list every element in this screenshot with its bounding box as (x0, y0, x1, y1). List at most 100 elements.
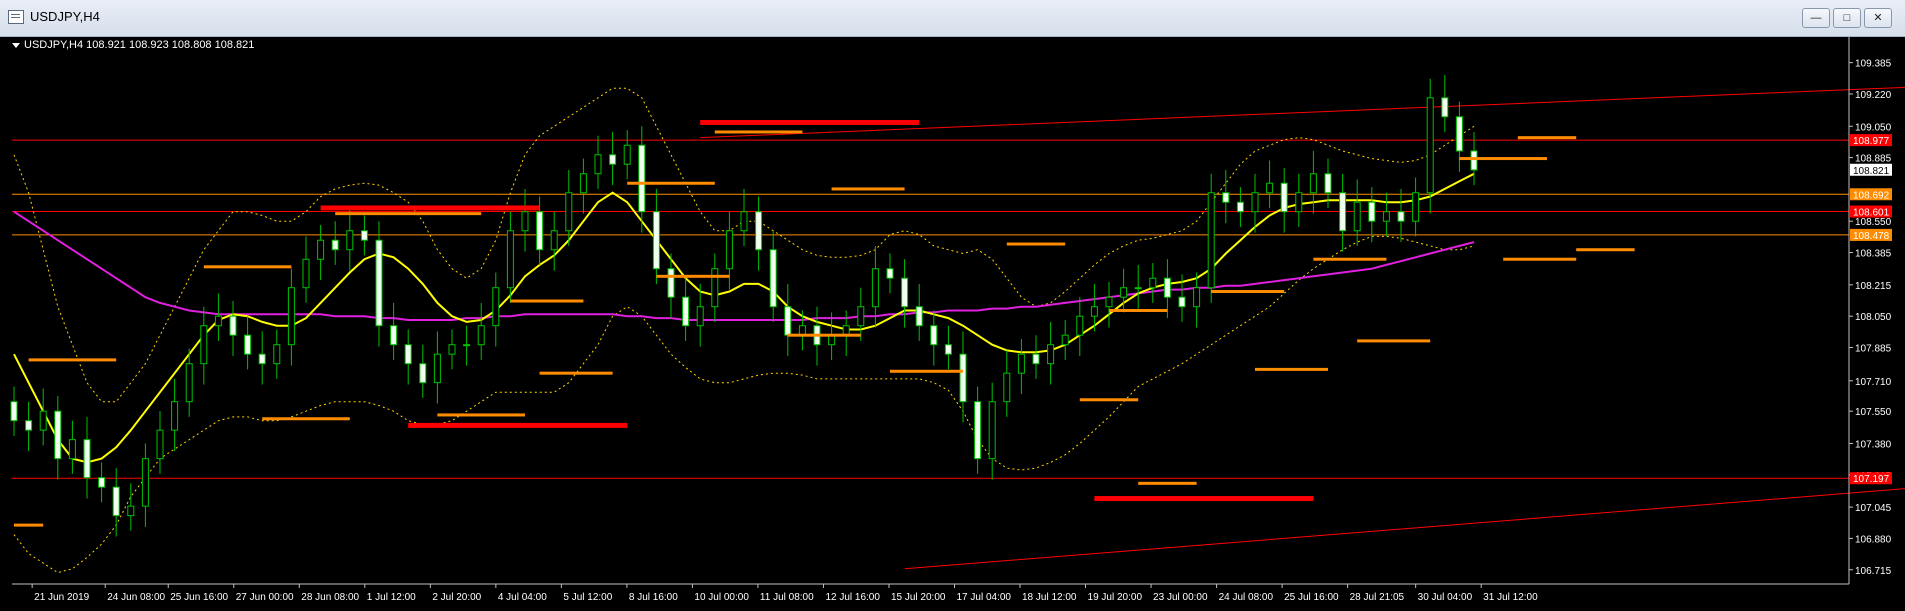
candle-body (1207, 192, 1215, 289)
candle-body (390, 325, 398, 346)
candle-body (1061, 334, 1069, 346)
level-marker-bar (1109, 309, 1168, 312)
candle-body (1470, 150, 1478, 171)
candle-body (1178, 296, 1186, 308)
level-marker-bar (1459, 157, 1547, 161)
candle-body (1120, 287, 1128, 298)
level-marker-bar (714, 130, 803, 134)
candle-body (915, 306, 923, 327)
level-marker-bar (627, 181, 715, 185)
window-title: USDJPY,H4 (30, 9, 100, 24)
candle-body (1266, 182, 1274, 194)
candle-body (1309, 173, 1317, 194)
candle-body (375, 239, 383, 327)
candle-body (419, 363, 427, 384)
candle-body (886, 268, 894, 279)
price-tag-label: 108.478 (1853, 231, 1890, 242)
level-marker-bar (28, 358, 117, 362)
price-tag-label: 108.692 (1853, 190, 1890, 201)
candle-body (609, 154, 617, 165)
level-marker-bar (539, 371, 613, 375)
candle-body (404, 344, 412, 365)
price-tick-label: 109.220 (1855, 90, 1892, 101)
candle-body (711, 268, 719, 308)
candle-body (1251, 192, 1259, 213)
price-tick-label: 107.380 (1855, 439, 1892, 450)
candle-body (1353, 201, 1361, 232)
level-marker-bar (1517, 136, 1577, 140)
time-tick-label: 27 Jun 00:00 (236, 592, 294, 603)
price-tick-label: 106.880 (1855, 534, 1892, 545)
candle-body (244, 334, 252, 355)
candle-body (448, 344, 456, 355)
candle-body (536, 211, 544, 251)
candle-body (463, 344, 471, 347)
candle-body (1017, 353, 1025, 374)
candle-body (1193, 287, 1201, 308)
candle-body (1222, 192, 1230, 203)
level-marker-bar (1357, 339, 1431, 343)
time-tick-label: 4 Jul 04:00 (498, 592, 547, 603)
time-tick-label: 24 Jul 08:00 (1219, 592, 1274, 603)
candle-body (273, 344, 281, 365)
candle-body (871, 268, 879, 308)
candle-body (521, 211, 529, 232)
level-marker-bar (656, 274, 730, 278)
candle-body (54, 410, 62, 460)
time-tick-label: 30 Jul 04:00 (1418, 592, 1473, 603)
candle-body (755, 211, 763, 251)
candle-body (1324, 173, 1332, 194)
candle-body (360, 230, 368, 241)
minimize-button[interactable]: — (1802, 8, 1830, 28)
candle-body (725, 230, 733, 270)
candle-body (1090, 306, 1098, 317)
level-marker-bar (408, 422, 628, 428)
candle-body (98, 477, 106, 488)
candle-body (10, 401, 18, 422)
time-tick-label: 15 Jul 20:00 (891, 592, 946, 603)
time-tick-label: 19 Jul 20:00 (1088, 592, 1143, 603)
candle-body (667, 268, 675, 298)
close-button[interactable]: ✕ (1864, 8, 1892, 28)
level-marker-bar (437, 413, 525, 417)
level-marker-bar (1079, 398, 1139, 402)
candle-body (156, 429, 164, 460)
candle-body (1047, 344, 1055, 365)
price-tick-label: 108.215 (1855, 281, 1892, 292)
time-tick-label: 28 Jul 21:05 (1350, 592, 1405, 603)
time-tick-label: 31 Jul 12:00 (1483, 592, 1538, 603)
time-tick-label: 5 Jul 12:00 (563, 592, 612, 603)
level-marker-bar (510, 299, 584, 303)
terminal-window: USDJPY,H4 — □ ✕ 109.385 109.220 109.050 108… (0, 0, 1905, 611)
candle-body (623, 144, 631, 165)
time-tick-label: 8 Jul 16:00 (629, 592, 678, 603)
candle-body (39, 410, 47, 431)
level-marker-bar (1094, 496, 1314, 502)
candle-body (317, 239, 325, 260)
candle-body (258, 353, 266, 365)
candle-body (959, 353, 967, 403)
price-tick-label: 109.385 (1855, 59, 1892, 70)
level-marker-bar (1503, 257, 1577, 261)
level-marker-bar (203, 265, 292, 269)
candle-body (594, 154, 602, 175)
candle-body (974, 401, 982, 460)
maximize-button[interactable]: □ (1833, 8, 1861, 28)
price-tick-label: 107.885 (1855, 344, 1892, 355)
price-tag-label: 108.977 (1853, 136, 1890, 147)
candle-body (83, 439, 91, 479)
level-marker-bar (14, 523, 44, 527)
price-tick-label: 108.885 (1855, 154, 1892, 165)
candle-body (1280, 182, 1288, 213)
candle-body (1426, 97, 1434, 194)
price-tag-label: 108.601 (1853, 208, 1890, 219)
title-bar[interactable]: USDJPY,H4 — □ ✕ (0, 0, 1905, 37)
level-marker-bar (831, 187, 905, 191)
candle-body (1032, 353, 1040, 365)
level-marker-bar (320, 205, 540, 211)
candle-body (25, 420, 33, 431)
candle-body (769, 249, 777, 308)
price-chart[interactable]: 109.385 109.220 109.050 108.885 108.550 108.3… (0, 37, 1905, 611)
candle-body (740, 211, 748, 232)
time-tick-label: 25 Jul 16:00 (1284, 592, 1339, 603)
